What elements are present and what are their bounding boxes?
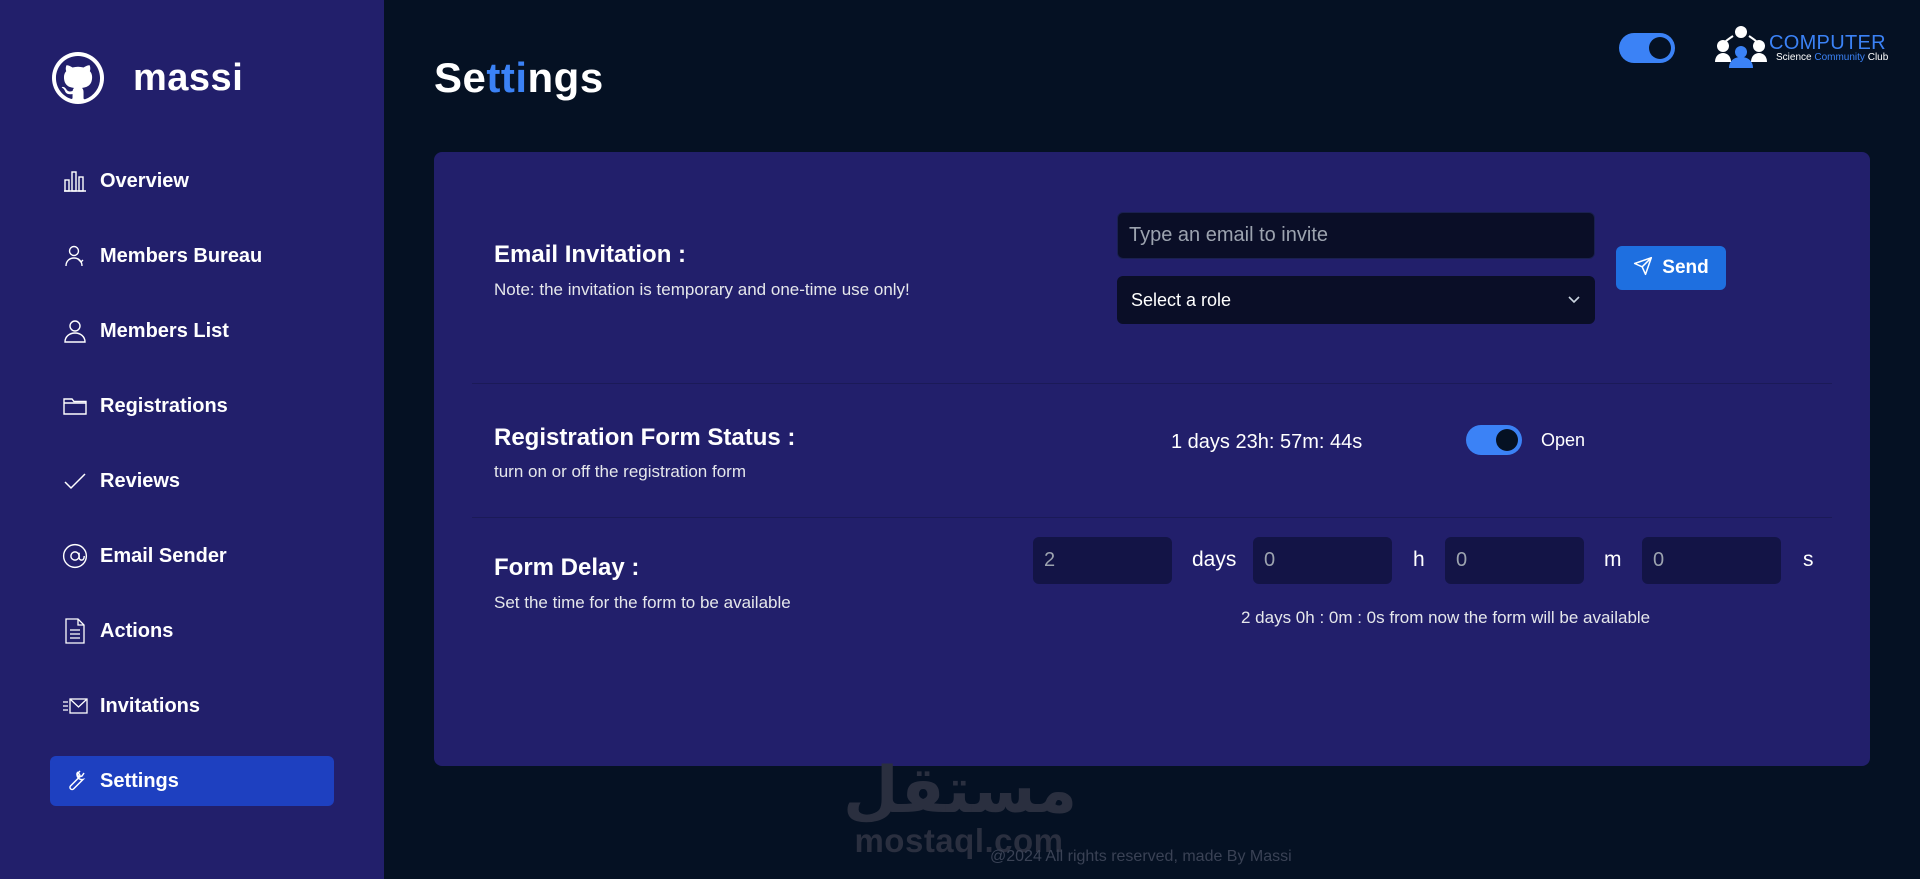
send-button[interactable]: Send [1616,246,1726,290]
role-select[interactable]: Select a role [1117,276,1595,324]
mail-icon [62,693,88,719]
page-title-part: Se [434,54,487,101]
delay-hours-input[interactable] [1253,537,1392,584]
sidebar-item-settings[interactable]: Settings [50,756,334,806]
registration-status-desc: turn on or off the registration form [494,462,746,481]
registration-countdown: 1 days 23h: 57m: 44s [1171,431,1363,453]
sidebar-item-label: Reviews [100,469,181,492]
sidebar-item-label: Registrations [100,394,228,417]
registration-state-label: Open [1541,430,1586,450]
sidebar-item-label: Invitations [100,694,201,717]
club-logo-word: Community [1814,52,1865,63]
unit-days-label: days [1192,548,1237,571]
unit-hours-label: h [1413,548,1425,571]
settings-card: Email Invitation : Note: the invitation … [434,152,1870,766]
community-icon [1715,26,1767,68]
form-delay-title: Form Delay : [494,554,640,581]
club-logo-word: Club [1864,52,1889,63]
send-button-label: Send [1662,257,1709,278]
registration-status-title: Registration Form Status : [494,424,796,451]
sidebar-item-label: Actions [100,619,174,642]
unit-minutes-label: m [1604,548,1622,571]
delay-seconds-input[interactable] [1642,537,1781,584]
form-delay-summary: 2 days 0h : 0m : 0s from now the form wi… [1241,608,1651,627]
chevron-down-icon [1567,292,1581,311]
watermark: مستقل mostaql.com [843,754,1078,859]
footer-text: @2024 All rights reserved, made By Massi [990,848,1292,865]
sidebar-item-overview[interactable]: Overview [50,156,334,206]
github-icon [52,52,104,104]
sidebar-item-label: Members Bureau [100,244,263,267]
user-icon [62,318,88,344]
sidebar-item-email-sender[interactable]: Email Sender [50,531,334,581]
section-divider [472,517,1832,518]
sidebar-nav: Overview Members Bureau Members List Reg… [50,156,334,831]
sidebar-item-members-list[interactable]: Members List [50,306,334,356]
email-invitation-note: Note: the invitation is temporary and on… [494,280,910,299]
at-sign-icon [62,543,88,569]
check-icon [62,468,88,494]
role-select-value: Select a role [1131,289,1232,310]
bar-chart-icon [62,168,88,194]
sidebar-item-invitations[interactable]: Invitations [50,681,334,731]
brand-name: massi [133,56,244,99]
brand[interactable]: massi [52,52,243,104]
section-divider [472,383,1832,384]
toggle-knob [1649,37,1671,59]
club-logo-subtitle: Science Community Club [1776,52,1888,63]
user-badge-icon [62,243,88,269]
theme-toggle[interactable] [1619,33,1675,63]
sidebar-item-label: Email Sender [100,544,227,567]
page-title: Settings [434,54,604,102]
unit-seconds-label: s [1803,548,1814,571]
wrench-icon [62,768,88,794]
sidebar-item-label: Members List [100,319,229,342]
sidebar-item-actions[interactable]: Actions [50,606,334,656]
email-invitation-title: Email Invitation : [494,241,687,268]
club-logo: COMPUTER Science Community Club [1713,24,1898,72]
toggle-knob [1496,429,1518,451]
document-icon [62,618,88,644]
sidebar-item-label: Settings [100,769,179,792]
sidebar-item-registrations[interactable]: Registrations [50,381,334,431]
page-title-accent: tti [486,54,528,101]
club-logo-word: Science [1776,52,1815,63]
delay-minutes-input[interactable] [1445,537,1584,584]
page-title-part: ngs [527,54,604,101]
watermark-arabic: مستقل [843,754,1078,828]
folder-icon [62,393,88,419]
delay-days-input[interactable] [1033,537,1172,584]
sidebar: massi Overview Members Bureau Members Li… [0,0,384,879]
sidebar-item-reviews[interactable]: Reviews [50,456,334,506]
form-delay-desc: Set the time for the form to be availabl… [494,593,791,612]
send-icon [1633,256,1653,281]
sidebar-item-label: Overview [100,169,189,192]
registration-toggle[interactable] [1466,425,1522,455]
sidebar-item-members-bureau[interactable]: Members Bureau [50,231,334,281]
email-input[interactable] [1117,212,1595,259]
